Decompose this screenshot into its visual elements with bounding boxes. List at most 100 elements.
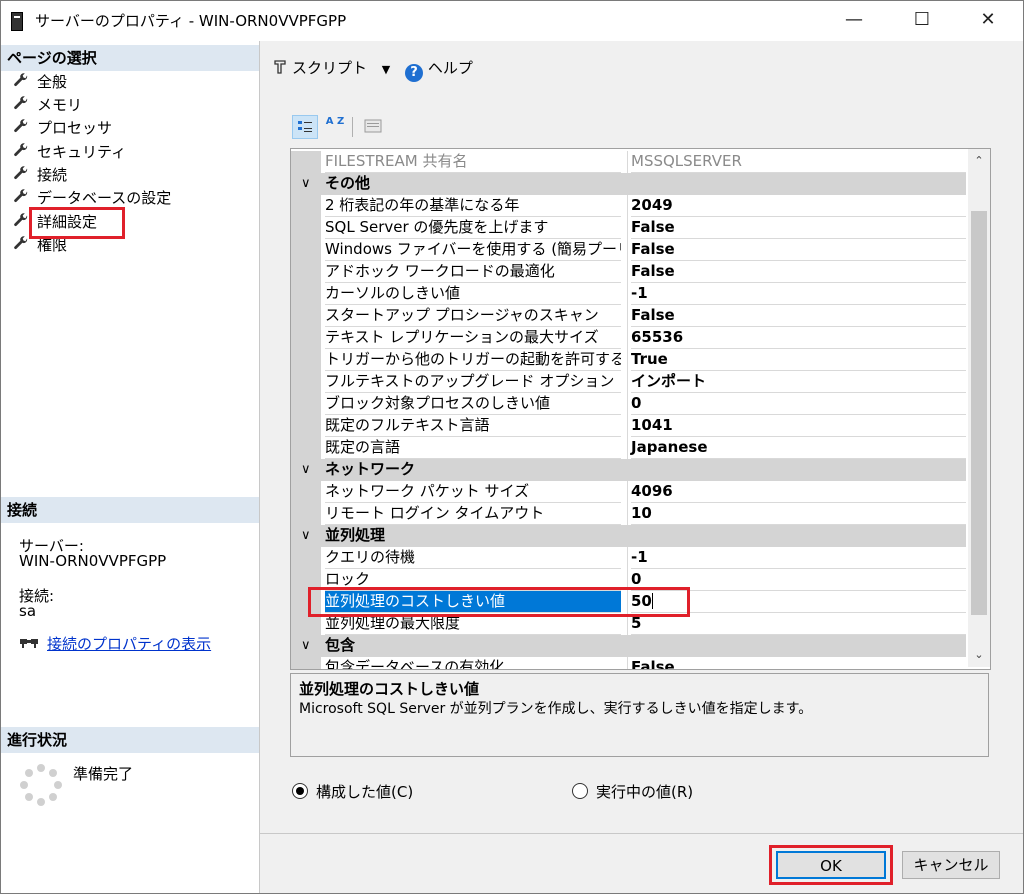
grid-row[interactable]: リモート ログイン タイムアウト 10 (291, 503, 966, 525)
category-label: 並列処理 (325, 526, 386, 544)
toolbar-divider (352, 117, 353, 137)
property-value: -1 (631, 283, 966, 305)
property-pages-button[interactable] (360, 115, 386, 139)
script-button[interactable]: スクリプト (272, 59, 372, 77)
grid-row[interactable]: ネットワーク パケット サイズ 4096 (291, 481, 966, 503)
grid-row[interactable]: SQL Server の優先度を上げます False (291, 217, 966, 239)
chevron-down-icon[interactable]: ∨ (301, 459, 311, 481)
grid-row[interactable]: カーソルのしきい値 -1 (291, 283, 966, 305)
row-gutter (291, 261, 321, 283)
property-name: 既定のフルテキスト言語 (325, 415, 621, 437)
ok-highlight-box (769, 845, 893, 885)
grid-scrollbar[interactable]: ⌃ ⌄ (968, 149, 990, 667)
property-value: 65536 (631, 327, 966, 349)
row-gutter (291, 305, 321, 327)
property-value: 1041 (631, 415, 966, 437)
category-containment[interactable]: ∨ 包含 (291, 635, 966, 657)
progress-header: 進行状況 (1, 727, 259, 753)
category-network[interactable]: ∨ ネットワーク (291, 459, 966, 481)
property-value: False (631, 657, 966, 669)
grid-row[interactable]: スタートアップ プロシージャのスキャン False (291, 305, 966, 327)
wrench-icon (14, 73, 28, 87)
property-name: 包含データベースの有効化 (325, 657, 621, 669)
advanced-highlight-box (29, 207, 125, 239)
connection-properties-link[interactable]: 接続のプロパティの表示 (19, 633, 211, 654)
grid-row[interactable]: FILESTREAM 共有名 MSSQLSERVER (291, 151, 966, 173)
page-database-settings[interactable]: データベースの設定 (13, 187, 171, 209)
category-parallelism[interactable]: ∨ 並列処理 (291, 525, 966, 547)
column-divider (627, 547, 628, 569)
page-security-label: セキュリティ (37, 143, 127, 161)
property-value: 2049 (631, 195, 966, 217)
row-gutter (291, 503, 321, 525)
property-name: フルテキストのアップグレード オプション (325, 371, 621, 393)
grid-row[interactable]: 既定のフルテキスト言語 1041 (291, 415, 966, 437)
categorized-sort-button[interactable] (292, 115, 318, 139)
scrollbar-thumb[interactable] (971, 211, 987, 615)
grid-row[interactable]: クエリの待機 -1 (291, 547, 966, 569)
configured-values-label: 構成した値(C) (316, 783, 414, 801)
grid-row[interactable]: 2 桁表記の年の基準になる年 2049 (291, 195, 966, 217)
category-misc[interactable]: ∨ その他 (291, 173, 966, 195)
row-gutter (291, 547, 321, 569)
chevron-down-icon[interactable]: ∨ (301, 173, 311, 195)
chevron-down-icon[interactable]: ∨ (301, 525, 311, 547)
grid-row[interactable]: フルテキストのアップグレード オプション インポート (291, 371, 966, 393)
page-processor[interactable]: プロセッサ (13, 117, 112, 139)
property-value: False (631, 239, 966, 261)
alphabetical-sort-button[interactable]: A Z (322, 115, 348, 139)
grid-row[interactable]: テキスト レプリケーションの最大サイズ 65536 (291, 327, 966, 349)
close-button[interactable]: ✕ (965, 1, 1011, 39)
column-divider (627, 239, 628, 261)
page-security[interactable]: セキュリティ (13, 141, 126, 163)
row-gutter (291, 415, 321, 437)
grid-row[interactable]: Windows ファイバーを使用する (簡易プーリング) False (291, 239, 966, 261)
scroll-up-icon[interactable]: ⌃ (968, 151, 990, 171)
chevron-down-icon[interactable]: ∨ (301, 635, 311, 657)
wrench-icon (14, 143, 28, 157)
row-gutter (291, 217, 321, 239)
configured-values-radio[interactable]: 構成した値(C) (292, 781, 413, 802)
radio-selected-icon (292, 783, 308, 799)
sort-az-icon: A Z (325, 116, 345, 127)
column-divider (627, 195, 628, 217)
page-general-label: 全般 (37, 73, 68, 91)
property-name: 2 桁表記の年の基準になる年 (325, 195, 621, 217)
grid-row[interactable]: トリガーから他のトリガーの起動を許可する True (291, 349, 966, 371)
page-general[interactable]: 全般 (13, 71, 67, 93)
grid-row[interactable]: ブロック対象プロセスのしきい値 0 (291, 393, 966, 415)
script-dropdown-icon[interactable]: ▼ (382, 63, 390, 76)
help-button[interactable]: ? ヘルプ (405, 59, 473, 82)
row-gutter (291, 437, 321, 459)
grid-row[interactable]: アドホック ワークロードの最適化 False (291, 261, 966, 283)
left-pane: ページの選択 全般 メモリ プロセッサ セキュリティ 接続 データベースの設定 … (1, 41, 260, 893)
radio-unselected-icon (572, 783, 588, 799)
grid-row[interactable]: 既定の言語 Japanese (291, 437, 966, 459)
page-connections[interactable]: 接続 (13, 164, 67, 186)
help-label: ヘルプ (427, 59, 473, 77)
property-name: FILESTREAM 共有名 (325, 151, 621, 173)
property-name: Windows ファイバーを使用する (簡易プーリング) (325, 239, 621, 261)
page-memory[interactable]: メモリ (13, 94, 82, 116)
property-name: リモート ログイン タイムアウト (325, 503, 621, 525)
server-value: WIN-ORN0VVPFGPP (19, 552, 167, 570)
column-divider (627, 283, 628, 305)
cancel-button[interactable]: キャンセル (902, 851, 1000, 879)
grid-row[interactable]: 包含データベースの有効化 False (291, 657, 966, 669)
minimize-button[interactable]: — (831, 1, 877, 39)
wrench-icon (14, 166, 28, 180)
wrench-icon (14, 96, 28, 110)
row-gutter (291, 657, 321, 669)
page-select-header: ページの選択 (1, 45, 259, 71)
wrench-icon (14, 213, 28, 227)
category-label: ネットワーク (325, 460, 416, 478)
running-values-radio[interactable]: 実行中の値(R) (572, 781, 693, 802)
page-connections-label: 接続 (37, 166, 68, 184)
property-name: 既定の言語 (325, 437, 621, 459)
scroll-down-icon[interactable]: ⌄ (968, 645, 990, 665)
running-values-label: 実行中の値(R) (596, 783, 694, 801)
property-value: -1 (631, 547, 966, 569)
property-name: アドホック ワークロードの最適化 (325, 261, 621, 283)
column-divider (627, 393, 628, 415)
maximize-button[interactable]: ☐ (899, 1, 945, 39)
